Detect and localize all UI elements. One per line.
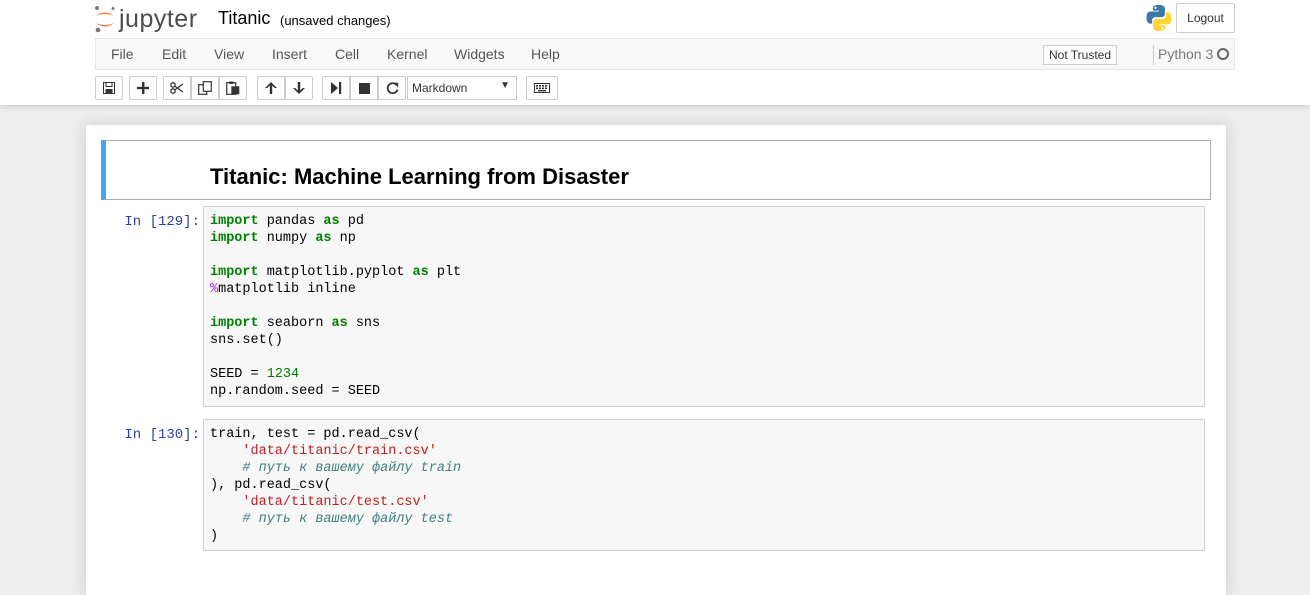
- copy-button[interactable]: [191, 76, 219, 100]
- refresh-icon: [386, 81, 398, 94]
- move-down-button[interactable]: [285, 76, 313, 100]
- notebook-title[interactable]: Titanic: [218, 8, 270, 29]
- code-line: 'data/titanic/test.csv': [242, 495, 429, 510]
- code-line: # путь к вашему файлу train: [242, 461, 462, 476]
- menu-edit[interactable]: Edit: [162, 46, 186, 62]
- save-button[interactable]: [95, 76, 123, 100]
- header-top-bar: jupyter Titanic (unsaved changes) Logout: [0, 0, 1310, 38]
- kernel-idle-indicator-icon: [1217, 48, 1229, 60]
- code-editor[interactable]: import pandas as pd import numpy as np imp…: [203, 206, 1205, 407]
- code-line: import numpy as np: [210, 231, 356, 246]
- kernel-separator: [1153, 45, 1154, 65]
- code-line: np.random.seed = SEED: [210, 384, 381, 399]
- jupyter-logo-icon: [95, 6, 115, 33]
- markdown-cell-selected[interactable]: Titanic: Machine Learning from Disaster: [101, 140, 1211, 200]
- paste-button[interactable]: [219, 76, 247, 100]
- kernel-name[interactable]: Python 3: [1158, 46, 1213, 62]
- code-line: ), pd.read_csv(: [210, 478, 332, 493]
- menu-insert[interactable]: Insert: [272, 46, 307, 62]
- logout-button[interactable]: Logout: [1176, 3, 1235, 33]
- code-cell-130[interactable]: In [130]: train, test = pd.read_csv( 'da…: [101, 419, 1211, 551]
- notebook-heading: Titanic: Machine Learning from Disaster: [210, 164, 629, 189]
- code-line: import matplotlib.pyplot as plt: [210, 265, 462, 280]
- jupyter-logo[interactable]: jupyter: [94, 4, 198, 34]
- code-line: %matplotlib inline: [210, 282, 356, 297]
- save-status: (unsaved changes): [280, 13, 391, 28]
- caret-down-icon: ▼: [500, 80, 510, 91]
- move-up-button[interactable]: [257, 76, 285, 100]
- cell-type-select[interactable]: Markdown ▼: [407, 76, 517, 100]
- paste-icon: [226, 81, 240, 95]
- menu-view[interactable]: View: [214, 46, 244, 62]
- arrow-down-icon: [293, 82, 305, 94]
- stop-icon: [358, 82, 370, 94]
- code-line: ): [210, 529, 219, 544]
- code-line: 'data/titanic/train.csv': [242, 444, 437, 459]
- notebook-header: jupyter Titanic (unsaved changes) Logout…: [0, 0, 1310, 105]
- menu-bar: File Edit View Insert Cell Kernel Widget…: [95, 38, 1235, 70]
- code-line: import pandas as pd: [210, 214, 364, 229]
- menu-kernel[interactable]: Kernel: [387, 46, 427, 62]
- arrow-up-icon: [265, 82, 277, 94]
- menu-widgets[interactable]: Widgets: [454, 46, 505, 62]
- code-line: # путь к вашему файлу test: [242, 512, 454, 527]
- input-prompt: In [129]:: [124, 214, 200, 230]
- step-forward-icon: [331, 82, 342, 94]
- code-line: train, test = pd.read_csv(: [210, 427, 421, 442]
- code-line: SEED = 1234: [210, 367, 300, 382]
- input-prompt: In [130]:: [124, 427, 200, 443]
- code-line: sns.set(): [210, 333, 283, 348]
- python-logo-icon: [1146, 5, 1172, 32]
- code-editor[interactable]: train, test = pd.read_csv( 'data/titanic…: [203, 419, 1205, 551]
- menu-cell[interactable]: Cell: [335, 46, 359, 62]
- run-cell-button[interactable]: [322, 76, 350, 100]
- code-line: import seaborn as sns: [210, 316, 381, 331]
- cell-type-value: Markdown: [412, 81, 468, 95]
- command-palette-button[interactable]: [526, 76, 558, 100]
- code-cell-129[interactable]: In [129]: import pandas as pd import nump…: [101, 206, 1211, 407]
- scissors-icon: [170, 82, 184, 94]
- insert-cell-button[interactable]: [129, 76, 157, 100]
- cut-button[interactable]: [163, 76, 191, 100]
- copy-icon: [198, 81, 212, 95]
- menu-file[interactable]: File: [111, 46, 134, 62]
- notebook-container: Titanic: Machine Learning from Disaster …: [86, 125, 1226, 595]
- restart-kernel-button[interactable]: [378, 76, 406, 100]
- keyboard-icon: [534, 83, 550, 93]
- save-icon: [103, 82, 115, 94]
- not-trusted-badge[interactable]: Not Trusted: [1043, 45, 1118, 65]
- jupyter-logo-text: jupyter: [119, 4, 198, 33]
- menu-help[interactable]: Help: [531, 46, 560, 62]
- interrupt-kernel-button[interactable]: [350, 76, 378, 100]
- plus-icon: [137, 82, 149, 94]
